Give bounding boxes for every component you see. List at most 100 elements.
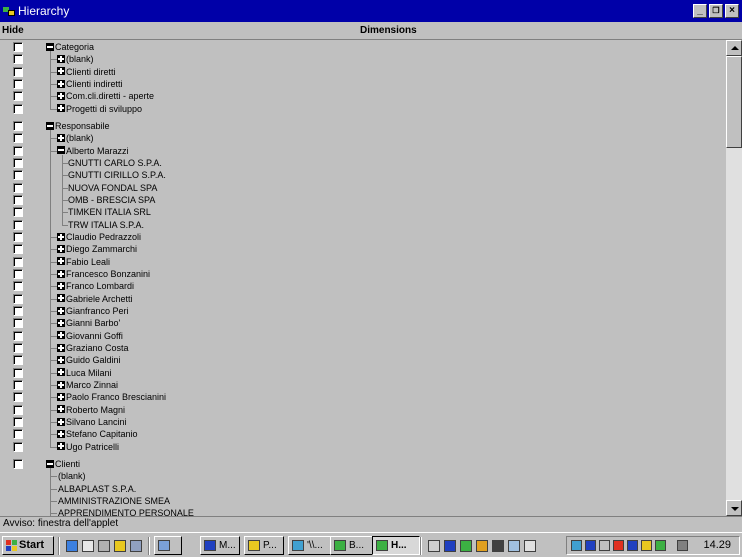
mail-app-icon[interactable] xyxy=(524,540,536,552)
expand-toggle-icon[interactable] xyxy=(57,133,65,142)
hide-checkbox[interactable] xyxy=(13,441,23,452)
expand-toggle-icon[interactable] xyxy=(57,104,65,113)
tree-child-node[interactable]: Paolo Franco Brescianini xyxy=(57,391,166,403)
close-button[interactable]: × xyxy=(725,4,739,18)
hide-checkbox[interactable] xyxy=(13,120,23,131)
tree-child-node[interactable]: Silvano Lancini xyxy=(57,416,127,428)
update-tray-icon[interactable] xyxy=(655,540,666,551)
tree-child-node[interactable]: Gianfranco Peri xyxy=(57,305,129,317)
tree-root-node[interactable]: Categoria xyxy=(46,41,94,53)
expand-toggle-icon[interactable] xyxy=(57,269,65,278)
taskbar-window-button[interactable]: '\\... xyxy=(288,536,336,555)
hide-checkbox[interactable] xyxy=(13,182,23,193)
hide-checkbox[interactable] xyxy=(13,42,23,52)
tree-root-node[interactable]: Clienti xyxy=(46,458,80,470)
tree-child-node[interactable]: Fabio Leali xyxy=(57,256,110,268)
vertical-scrollbar[interactable] xyxy=(726,40,742,516)
agent-tray-icon[interactable] xyxy=(641,540,652,551)
scroll-down-button[interactable] xyxy=(726,500,742,516)
tree-child-node[interactable]: (blank) xyxy=(57,53,94,65)
expand-toggle-icon[interactable] xyxy=(57,306,65,315)
office-app-icon[interactable] xyxy=(508,540,520,552)
expand-toggle-icon[interactable] xyxy=(57,380,65,389)
tree-leaf-node[interactable]: OMB - BRESCIA SPA xyxy=(68,194,155,206)
expand-toggle-icon[interactable] xyxy=(57,355,65,364)
tree-child-node[interactable]: Francesco Bonzanini xyxy=(57,268,150,280)
hide-checkbox[interactable] xyxy=(13,404,23,415)
hide-checkbox[interactable] xyxy=(13,103,23,114)
tree-child-node[interactable]: Gabriele Archetti xyxy=(57,293,133,305)
hide-checkbox[interactable] xyxy=(13,293,23,304)
tree-leaf-node[interactable]: AMMINISTRAZIONE SMEA xyxy=(58,495,170,507)
expand-toggle-icon[interactable] xyxy=(57,294,65,303)
ie-quicklaunch-icon[interactable] xyxy=(66,540,78,552)
settings-quicklaunch-icon[interactable] xyxy=(130,540,142,552)
minimize-button[interactable]: _ xyxy=(693,4,707,18)
tree-child-node[interactable]: (blank) xyxy=(57,132,94,144)
hide-checkbox[interactable] xyxy=(13,207,23,218)
hide-checkbox[interactable] xyxy=(13,157,23,168)
hide-checkbox[interactable] xyxy=(13,91,23,102)
hide-checkbox[interactable] xyxy=(13,231,23,242)
maximize-button[interactable]: ❒ xyxy=(709,4,723,18)
tree-child-node[interactable]: Franco Lombardi xyxy=(57,280,134,292)
hide-checkbox[interactable] xyxy=(13,219,23,230)
clock[interactable]: 14.29 xyxy=(703,539,731,551)
hide-checkbox[interactable] xyxy=(13,170,23,181)
alert-tray-icon[interactable] xyxy=(613,540,624,551)
hide-checkbox[interactable] xyxy=(13,305,23,316)
expand-toggle-icon[interactable] xyxy=(57,417,65,426)
expand-toggle-icon[interactable] xyxy=(57,368,65,377)
hide-checkbox[interactable] xyxy=(13,78,23,89)
tree-leaf-node[interactable]: GNUTTI CARLO S.P.A. xyxy=(68,157,162,169)
tree-child-node[interactable]: Clienti indiretti xyxy=(57,78,123,90)
word-tool-icon[interactable] xyxy=(428,540,440,552)
tree-leaf-node[interactable]: NUOVA FONDAL SPA xyxy=(68,182,157,194)
excel-app-icon[interactable] xyxy=(460,540,472,552)
tree-child-node[interactable]: Diego Zammarchi xyxy=(57,243,137,255)
tree-leaf-node[interactable]: TRW ITALIA S.P.A. xyxy=(68,219,144,231)
taskbar-window-button[interactable] xyxy=(154,536,182,555)
hide-checkbox[interactable] xyxy=(13,268,23,279)
tree-child-node[interactable]: Giovanni Goffi xyxy=(57,330,123,342)
hide-checkbox[interactable] xyxy=(13,133,23,144)
expand-toggle-icon[interactable] xyxy=(57,318,65,327)
tree-root-node[interactable]: Responsabile xyxy=(46,120,110,132)
hide-checkbox[interactable] xyxy=(13,66,23,77)
tree-leaf-node[interactable]: (blank) xyxy=(58,470,86,482)
tree-child-node[interactable]: Roberto Magni xyxy=(57,404,125,416)
tree-child-node[interactable]: Luca Milani xyxy=(57,367,112,379)
hide-checkbox[interactable] xyxy=(13,244,23,255)
monitor-tray-icon[interactable] xyxy=(627,540,638,551)
expand-toggle-icon[interactable] xyxy=(57,232,65,241)
hide-checkbox[interactable] xyxy=(13,330,23,341)
tree-child-node[interactable]: Alberto Marazzi xyxy=(57,145,129,157)
taskbar-window-button[interactable]: B... xyxy=(330,536,378,555)
expand-toggle-icon[interactable] xyxy=(57,331,65,340)
hide-checkbox[interactable] xyxy=(13,392,23,403)
tree-child-node[interactable]: Stefano Capitanio xyxy=(57,428,138,440)
taskbar-window-button[interactable]: P... xyxy=(244,536,284,555)
hide-checkbox[interactable] xyxy=(13,318,23,329)
channels-quicklaunch-icon[interactable] xyxy=(98,540,110,552)
expand-toggle-icon[interactable] xyxy=(57,91,65,100)
hide-checkbox[interactable] xyxy=(13,145,23,156)
hide-checkbox[interactable] xyxy=(13,355,23,366)
scroll-thumb[interactable] xyxy=(726,56,742,148)
battery-tray-icon[interactable] xyxy=(677,540,688,551)
hide-checkbox[interactable] xyxy=(13,416,23,427)
network-tray-icon[interactable] xyxy=(571,540,582,551)
expand-toggle-icon[interactable] xyxy=(57,281,65,290)
scroll-up-button[interactable] xyxy=(726,40,742,56)
tree-child-node[interactable]: Marco Zinnai xyxy=(57,379,118,391)
hide-checkbox[interactable] xyxy=(13,429,23,440)
tree-child-node[interactable]: Com.cli.diretti - aperte xyxy=(57,90,154,102)
tree-child-node[interactable]: Ugo Patricelli xyxy=(57,441,119,453)
access-app-icon[interactable] xyxy=(492,540,504,552)
volume-tray-icon[interactable] xyxy=(599,540,610,551)
expand-toggle-icon[interactable] xyxy=(57,257,65,266)
powerpoint-app-icon[interactable] xyxy=(476,540,488,552)
tree-child-node[interactable]: Gianni Barbo' xyxy=(57,317,120,329)
tree-leaf-node[interactable]: APPRENDIMENTO PERSONALE xyxy=(58,507,194,516)
antivirus-tray-icon[interactable] xyxy=(585,540,596,551)
